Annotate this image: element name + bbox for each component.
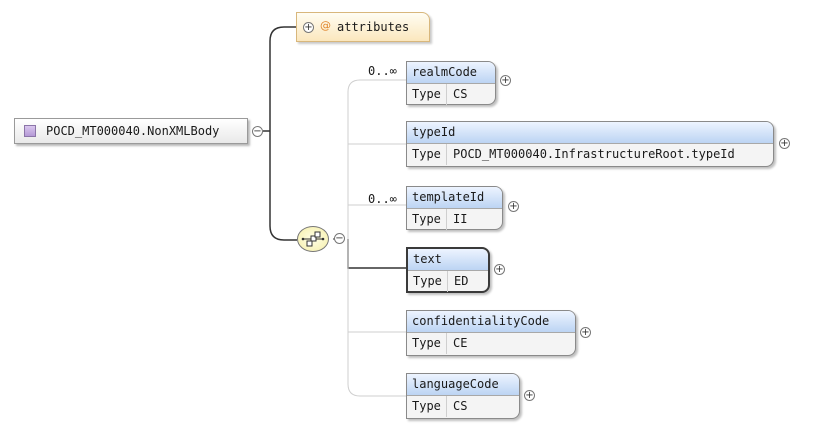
- type-label: Type: [407, 209, 447, 230]
- sequence-compositor-icon: [301, 231, 325, 247]
- root-element-box[interactable]: POCD_MT000040.NonXMLBody: [14, 118, 248, 144]
- attributes-box[interactable]: + @ attributes: [296, 12, 430, 42]
- type-label: Type: [407, 396, 447, 417]
- element-box-confidentialityCode[interactable]: confidentialityCode Type CE: [406, 310, 576, 356]
- type-label: Type: [407, 144, 447, 165]
- expand-element-icon[interactable]: +: [524, 390, 535, 401]
- type-value: CE: [453, 336, 468, 350]
- element-name: typeId: [407, 122, 773, 144]
- expand-element-icon[interactable]: +: [580, 327, 591, 338]
- type-value: POCD_MT000040.InfrastructureRoot.typeId: [453, 147, 735, 161]
- expand-element-icon[interactable]: +: [500, 75, 511, 86]
- element-box-realmCode[interactable]: realmCode Type CS: [406, 61, 496, 105]
- type-value: ED: [454, 274, 469, 288]
- sequence-compositor[interactable]: [297, 226, 329, 252]
- attribute-at-icon: @: [320, 19, 331, 32]
- type-value: II: [453, 212, 468, 226]
- element-name: templateId: [407, 187, 502, 209]
- type-label: Type: [407, 333, 447, 354]
- expand-element-icon[interactable]: +: [508, 201, 519, 212]
- element-name: realmCode: [407, 62, 495, 84]
- element-box-languageCode[interactable]: languageCode Type CS: [406, 373, 520, 419]
- expand-element-icon[interactable]: +: [779, 138, 790, 149]
- expand-element-icon[interactable]: +: [494, 264, 505, 275]
- element-box-templateId[interactable]: templateId Type II: [406, 186, 503, 230]
- complex-type-icon: [24, 125, 36, 137]
- expand-attributes-icon[interactable]: +: [303, 22, 314, 33]
- type-label: Type: [407, 84, 447, 105]
- type-value: CS: [453, 87, 468, 101]
- cardinality-label: 0..∞: [368, 64, 397, 78]
- element-name: languageCode: [407, 374, 519, 396]
- root-element-label: POCD_MT000040.NonXMLBody: [46, 124, 220, 138]
- type-label: Type: [408, 271, 448, 292]
- element-name: text: [408, 249, 488, 271]
- collapse-root-icon[interactable]: −: [252, 126, 263, 137]
- collapse-sequence-icon[interactable]: −: [334, 233, 345, 244]
- type-value: CS: [453, 399, 468, 413]
- attributes-label: attributes: [337, 20, 410, 34]
- cardinality-label: 0..∞: [368, 192, 397, 206]
- element-name: confidentialityCode: [407, 311, 575, 333]
- element-box-text[interactable]: text Type ED: [406, 247, 490, 293]
- element-box-typeId[interactable]: typeId Type POCD_MT000040.InfrastructureR…: [406, 121, 774, 167]
